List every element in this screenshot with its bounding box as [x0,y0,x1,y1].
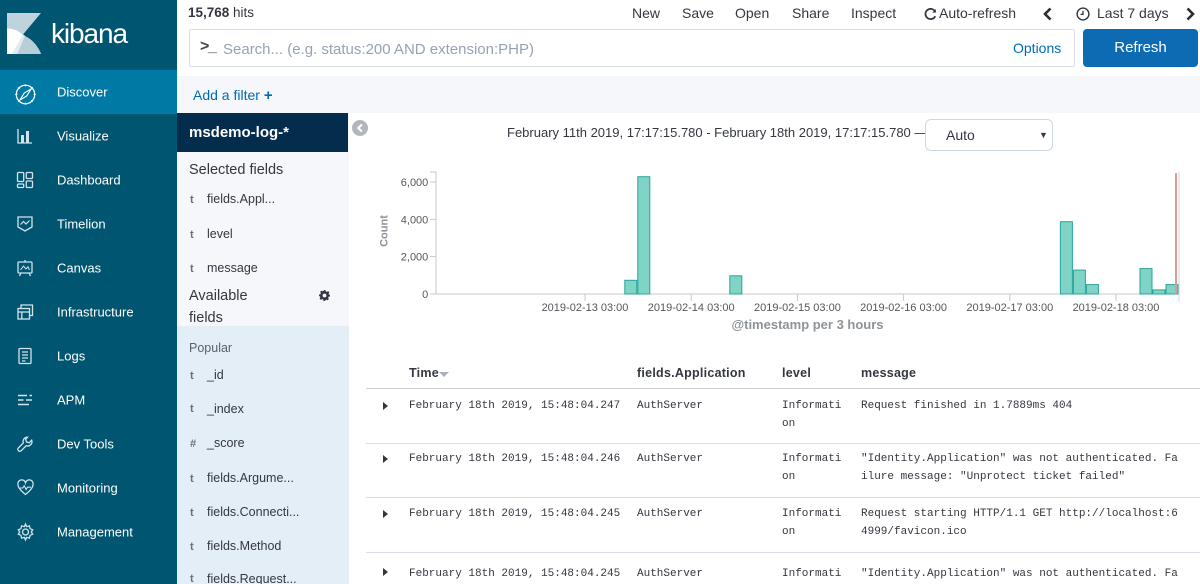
svg-text:Count: Count [379,215,391,247]
svg-text:6,000: 6,000 [401,177,429,189]
svg-text:@timestamp per 3 hours: @timestamp per 3 hours [731,317,883,332]
svg-text:2019-02-16 03:00: 2019-02-16 03:00 [860,302,947,314]
svg-text:2019-02-17 03:00: 2019-02-17 03:00 [966,302,1053,314]
svg-text:2019-02-15 03:00: 2019-02-15 03:00 [754,302,841,314]
svg-text:4,000: 4,000 [401,214,429,226]
svg-text:2019-02-14 03:00: 2019-02-14 03:00 [648,302,735,314]
svg-text:0: 0 [422,289,428,301]
svg-text:2019-02-13 03:00: 2019-02-13 03:00 [542,302,629,314]
svg-text:2,000: 2,000 [401,252,429,264]
svg-text:2019-02-18 03:00: 2019-02-18 03:00 [1073,302,1160,314]
